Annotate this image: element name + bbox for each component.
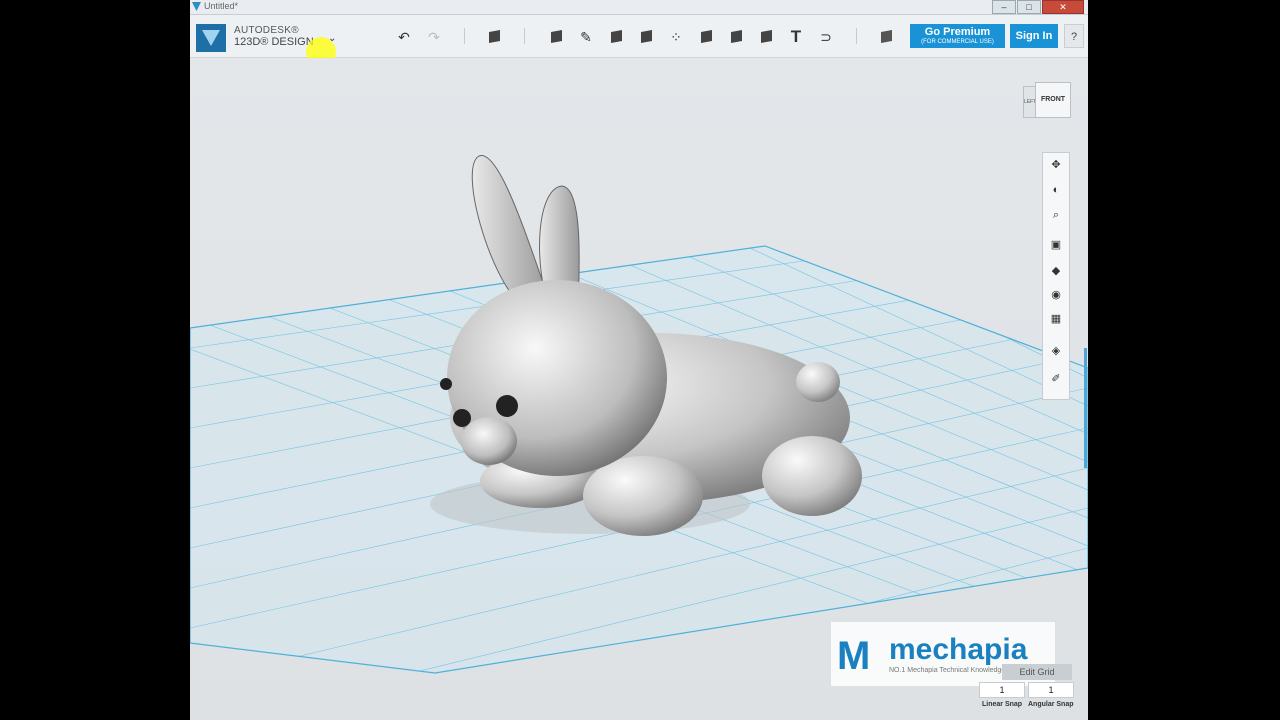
materials-icon[interactable]: ◈	[1048, 343, 1064, 359]
pattern-icon[interactable]	[636, 27, 656, 47]
view-cube-front[interactable]: FRONT	[1035, 82, 1071, 118]
window-controls: – □ ✕	[991, 0, 1084, 14]
linear-snap-label: Linear Snap	[982, 701, 1023, 708]
toolbar-divider	[524, 28, 525, 44]
go-premium-button[interactable]: Go Premium (FOR COMMERCIAL USE)	[910, 24, 1005, 48]
solid-icon[interactable]	[756, 27, 776, 47]
maximize-button[interactable]: □	[1017, 0, 1041, 14]
fit-icon[interactable]: ▣	[1048, 237, 1064, 253]
toolbar-divider	[856, 28, 857, 44]
navigation-bar: ✥ ◐ ⌕ ▣ ◆ ◉ ▦ ◈ ✐	[1042, 152, 1070, 400]
combine-icon[interactable]	[696, 27, 716, 47]
app-logo-icon[interactable]	[196, 24, 226, 52]
title-bar: Untitled* – □ ✕	[190, 0, 1088, 15]
sign-in-button[interactable]: Sign In	[1010, 24, 1058, 48]
pan-icon[interactable]: ✥	[1048, 157, 1064, 173]
edit-grid-button[interactable]: Edit Grid	[1002, 664, 1072, 680]
watermark-tagline: NO.1 Mechapia Technical Knowledge	[889, 667, 1006, 674]
go-premium-label: Go Premium	[924, 26, 991, 38]
main-toolbar: AUTODESK® 123D® DESIGN ⌄ ↶ ↷ ✎ ⁘ T ⊃ Go …	[190, 15, 1088, 67]
minimize-button[interactable]: –	[992, 0, 1016, 14]
viewport-scrollbar[interactable]	[1084, 348, 1087, 468]
watermark-m-icon: M	[837, 634, 871, 678]
view-cube[interactable]: LEFT FRONT	[1023, 74, 1071, 120]
sketch-icon[interactable]	[546, 27, 566, 47]
material-icon[interactable]	[876, 27, 896, 47]
text-icon[interactable]: T	[786, 27, 806, 47]
help-button[interactable]: ?	[1064, 24, 1084, 48]
grid-icon[interactable]: ▦	[1048, 311, 1064, 327]
go-premium-sublabel: (FOR COMMERCIAL USE)	[921, 39, 994, 45]
angular-snap-label: Angular Snap	[1028, 701, 1074, 708]
close-button[interactable]: ✕	[1042, 0, 1084, 14]
construct-icon[interactable]: ✎	[576, 27, 596, 47]
measure-icon[interactable]	[726, 27, 746, 47]
brand-product: 123D® DESIGN	[234, 36, 314, 48]
window-title: Untitled*	[204, 1, 239, 11]
views-icon[interactable]: ◆	[1048, 263, 1064, 279]
app-icon	[192, 2, 201, 11]
orbit-icon[interactable]: ◐	[1048, 182, 1064, 198]
redo-icon[interactable]: ↷	[424, 27, 444, 47]
snap-icon[interactable]: ⊃	[816, 27, 836, 47]
toolbar-divider	[464, 28, 465, 44]
visibility-icon[interactable]: ◉	[1048, 287, 1064, 303]
modify-icon[interactable]	[606, 27, 626, 47]
angular-snap-input[interactable]: 1	[1028, 682, 1074, 698]
brand-company: AUTODESK®	[234, 25, 299, 36]
undo-icon[interactable]: ↶	[394, 27, 414, 47]
3d-viewport[interactable]: LEFT FRONT ✥ ◐ ⌕ ▣ ◆ ◉ ▦ ◈ ✐ M mechapia …	[190, 58, 1088, 720]
linear-snap-input[interactable]: 1	[979, 682, 1025, 698]
watermark-brand: mechapia	[889, 633, 1028, 666]
grouping-icon[interactable]: ⁘	[666, 27, 686, 47]
primitives-icon[interactable]	[484, 27, 504, 47]
outline-icon[interactable]: ✐	[1048, 371, 1064, 387]
app-window: Untitled* – □ ✕ AUTODESK® 123D® DESIGN ⌄…	[190, 0, 1088, 720]
scene-canvas[interactable]	[190, 58, 1088, 720]
zoom-icon[interactable]: ⌕	[1048, 207, 1064, 223]
